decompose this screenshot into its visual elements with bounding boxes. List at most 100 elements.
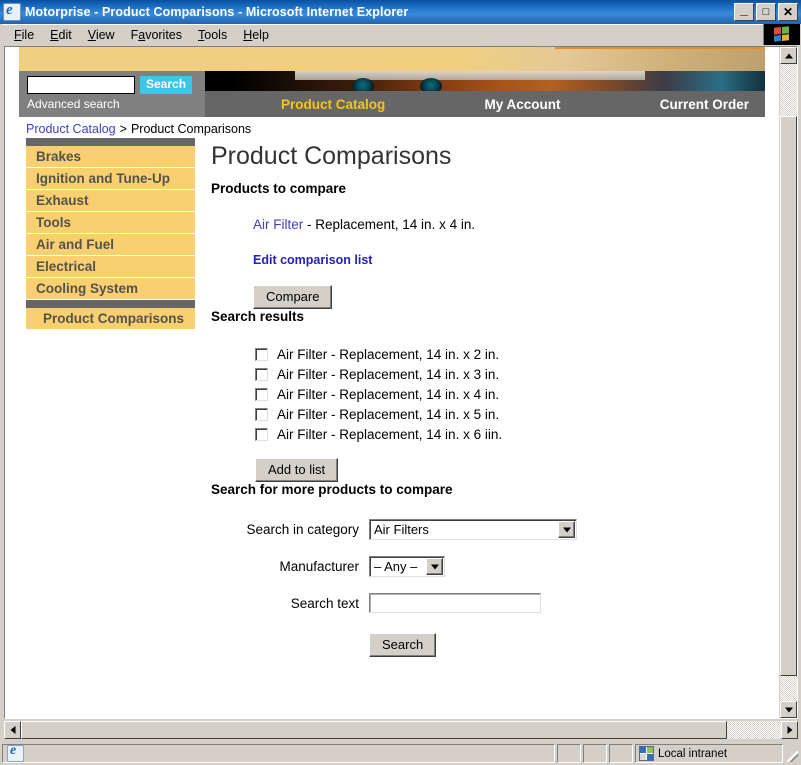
local-intranet-icon <box>639 746 654 761</box>
product-link-air-filter[interactable]: Air Filter <box>253 217 303 232</box>
scroll-right-button[interactable] <box>781 721 798 739</box>
sidebar-item-ignition-and-tune-up[interactable]: Ignition and Tune-Up <box>26 168 195 190</box>
browser-window: Motorprise - Product Comparisons - Micro… <box>0 0 801 765</box>
security-zone-label: Local intranet <box>658 747 728 760</box>
menu-favorites[interactable]: Favorites <box>123 26 190 44</box>
search-results-list: Air Filter - Replacement, 14 in. x 2 in.… <box>255 344 765 444</box>
maximize-button[interactable]: □ <box>756 3 776 21</box>
banner-car-image <box>205 71 765 91</box>
horizontal-scroll-track[interactable] <box>21 721 781 739</box>
window-title: Motorprise - Product Comparisons - Micro… <box>25 5 409 19</box>
result-checkbox-2[interactable] <box>255 367 268 381</box>
status-pane-4 <box>609 744 633 763</box>
page-viewport: Motorprise Tim Hartwell is logged in | L… <box>5 47 779 718</box>
sidebar-bottom-separator <box>26 300 195 308</box>
result-checkbox-5[interactable] <box>255 427 268 441</box>
chevron-down-icon[interactable] <box>558 521 575 538</box>
product-description: - Replacement, 14 in. x 4 in. <box>303 217 476 232</box>
sidebar-item-tools[interactable]: Tools <box>26 212 195 234</box>
sidebar-item-air-and-fuel[interactable]: Air and Fuel <box>26 234 195 256</box>
comparison-list: Air Filter - Replacement, 14 in. x 4 in. <box>253 217 765 232</box>
maximize-icon: □ <box>762 6 770 18</box>
search-text-label: Search text <box>290 595 359 611</box>
menu-file[interactable]: File <box>6 26 42 44</box>
manufacturer-select[interactable]: – Any – <box>369 556 445 577</box>
sidebar-item-electrical[interactable]: Electrical <box>26 256 195 278</box>
result-checkbox-4[interactable] <box>255 407 268 421</box>
result-checkbox-3[interactable] <box>255 387 268 401</box>
edit-comparison-list-link[interactable]: Edit comparison list <box>253 253 372 267</box>
result-row: Air Filter - Replacement, 14 in. x 4 in. <box>255 384 765 404</box>
result-label-2: Air Filter - Replacement, 14 in. x 3 in. <box>277 366 500 382</box>
result-label-1: Air Filter - Replacement, 14 in. x 2 in. <box>277 346 500 362</box>
window-controls: _ □ ✕ <box>734 2 798 21</box>
main-content: Product Comparisons Products to compare … <box>195 138 765 657</box>
compare-button[interactable]: Compare <box>253 285 333 309</box>
menu-help[interactable]: Help <box>235 26 277 44</box>
menu-tools[interactable]: Tools <box>190 26 235 44</box>
search-text-input[interactable] <box>369 593 541 613</box>
security-zone-pane[interactable]: Local intranet <box>635 744 783 763</box>
page-columns: Brakes Ignition and Tune-Up Exhaust Tool… <box>19 138 765 657</box>
menu-edit[interactable]: Edit <box>42 26 80 44</box>
nav-my-account[interactable]: My Account <box>484 97 560 112</box>
search-submit-button[interactable]: Search <box>369 633 437 657</box>
arrow-up-icon <box>784 53 793 58</box>
page-title: Product Comparisons <box>211 142 452 170</box>
add-to-list-button-row: Add to list <box>255 458 765 482</box>
advanced-search-link[interactable]: Advanced search <box>27 97 120 111</box>
result-row: Air Filter - Replacement, 14 in. x 5 in. <box>255 404 765 424</box>
manufacturer-label: Manufacturer <box>279 559 359 574</box>
result-checkbox-1[interactable] <box>255 347 268 361</box>
web-page: Motorprise Tim Hartwell is logged in | L… <box>5 47 779 697</box>
horizontal-scroll-thumb[interactable] <box>21 721 727 739</box>
breadcrumb-parent-link[interactable]: Product Catalog <box>26 122 116 136</box>
nav-current-order[interactable]: Current Order <box>660 97 749 112</box>
add-to-list-button[interactable]: Add to list <box>255 458 339 482</box>
sidebar-item-product-comparisons[interactable]: Product Comparisons <box>26 308 195 330</box>
page-frame: Motorprise Tim Hartwell is logged in | L… <box>4 46 798 719</box>
menu-bar: File Edit View Favorites Tools Help <box>0 24 801 46</box>
windows-logo-icon <box>763 24 800 45</box>
result-row: Air Filter - Replacement, 14 in. x 3 in. <box>255 364 765 384</box>
vertical-scrollbar[interactable] <box>779 47 797 718</box>
site-header-strip: Motorprise Tim Hartwell is logged in | L… <box>19 47 765 71</box>
products-to-compare-heading: Products to compare <box>211 181 347 196</box>
sidebar-item-exhaust[interactable]: Exhaust <box>26 190 195 212</box>
close-button[interactable]: ✕ <box>778 3 798 21</box>
vertical-scroll-thumb[interactable] <box>780 116 797 676</box>
menu-items: File Edit View Favorites Tools Help <box>2 24 763 45</box>
resize-grip[interactable] <box>785 744 799 763</box>
nav-product-catalog[interactable]: Product Catalog <box>281 97 385 112</box>
search-results-heading: Search results <box>211 309 305 324</box>
result-label-5: Air Filter - Replacement, 14 in. x 6 iin… <box>277 426 503 442</box>
sidebar-top-separator <box>26 138 195 146</box>
scroll-up-button[interactable] <box>780 47 797 64</box>
browser-client-area: Motorprise Tim Hartwell is logged in | L… <box>0 46 801 743</box>
result-label-3: Air Filter - Replacement, 14 in. x 4 in. <box>277 386 500 402</box>
minimize-button[interactable]: _ <box>734 2 754 21</box>
site-banner: Product Catalog My Account Current Order <box>205 71 765 117</box>
vertical-scroll-track[interactable] <box>780 64 797 701</box>
product-search-form: Search in category Air Filters Manufactu… <box>211 519 765 657</box>
menu-view[interactable]: View <box>80 26 123 44</box>
chevron-down-icon[interactable] <box>426 558 443 575</box>
category-select[interactable]: Air Filters <box>369 519 577 540</box>
search-form-heading: Search for more products to compare <box>211 482 453 497</box>
breadcrumb: Product Catalog > Product Comparisons <box>26 120 765 138</box>
scroll-down-button[interactable] <box>780 701 797 718</box>
result-row: Air Filter - Replacement, 14 in. x 6 iin… <box>255 424 765 444</box>
sidebar-item-cooling-system[interactable]: Cooling System <box>26 278 195 300</box>
search-input[interactable] <box>27 76 135 94</box>
category-label: Search in category <box>246 522 359 537</box>
status-message-pane <box>2 744 555 763</box>
horizontal-scrollbar[interactable] <box>4 721 798 739</box>
compare-button-row: Compare <box>253 285 765 309</box>
title-bar: Motorprise - Product Comparisons - Micro… <box>0 0 801 24</box>
status-bar: Local intranet <box>0 743 801 765</box>
result-label-4: Air Filter - Replacement, 14 in. x 5 in. <box>277 406 500 422</box>
scroll-left-button[interactable] <box>4 721 21 739</box>
sidebar-item-brakes[interactable]: Brakes <box>26 146 195 168</box>
category-select-value: Air Filters <box>374 522 429 537</box>
search-button[interactable]: Search <box>140 76 193 94</box>
